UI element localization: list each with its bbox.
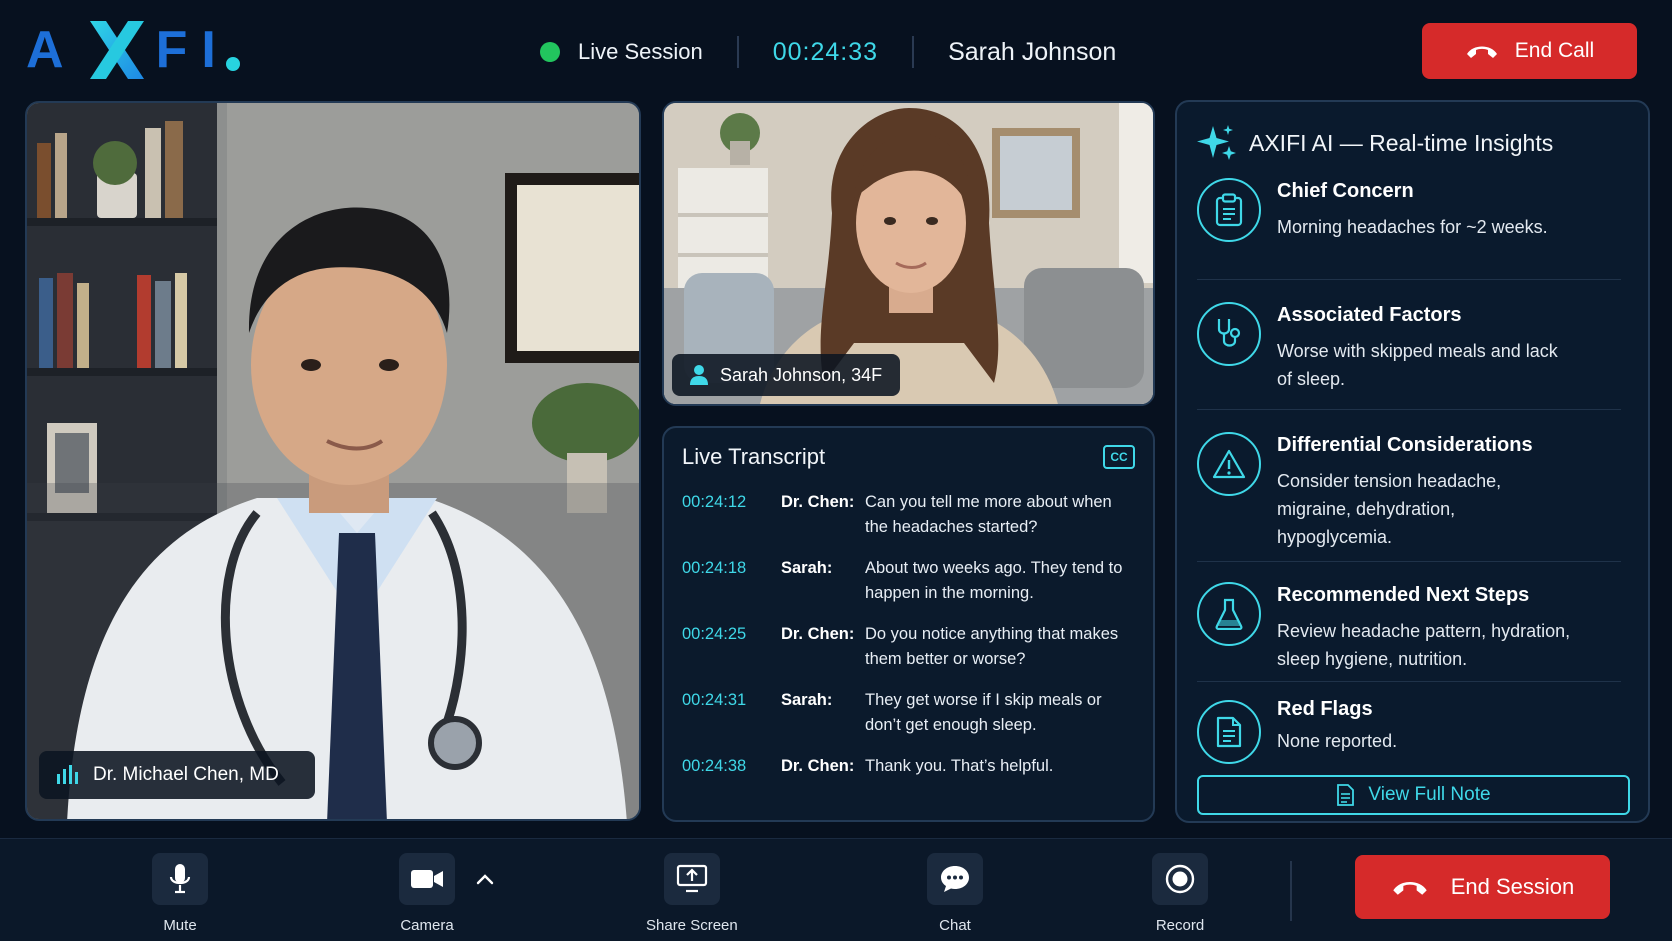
insight-body: None reported.	[1277, 731, 1398, 751]
video-camera-icon	[411, 870, 443, 888]
transcript-time: 00:24:12	[682, 493, 747, 511]
transcript-time: 00:24:31	[682, 691, 747, 709]
phone-hangup-icon	[1393, 882, 1427, 895]
transcript-list: 00:24:12 Dr. Chen: Can you tell me more ab…	[682, 490, 1142, 795]
transcript-entry: 00:24:12 Dr. Chen: Can you tell me more ab…	[682, 490, 1142, 540]
transcript-entry: 00:24:38 Dr. Chen: Thank you. That’s helpf…	[682, 754, 1142, 779]
insight-body: Review headache pattern, hydration, slee…	[1277, 621, 1571, 669]
record-label: Record	[1155, 917, 1205, 934]
patient-video-feed[interactable]: Sarah Johnson, 34F	[662, 101, 1155, 406]
transcript-entry: 00:24:18 Sarah: About two weeks ago. They …	[682, 556, 1142, 606]
transcript-entry: 00:24:31 Sarah: They get worse if I skip m…	[682, 688, 1142, 738]
chat-label: Chat	[939, 917, 971, 934]
patient-name-tag: Sarah Johnson, 34F	[672, 354, 901, 396]
doctor-video-feed[interactable]: Dr. Michael Chen, MD	[25, 101, 641, 821]
header-patient-name: Sarah Johnson	[948, 37, 1117, 66]
live-session-label: Live Session	[578, 39, 703, 64]
transcript-text: Thank you. That’s helpful.	[865, 757, 1054, 775]
logo-letter-a: A	[26, 21, 78, 79]
transcript-text: About two weeks ago. They tend to happen…	[865, 559, 1123, 602]
share-screen-button[interactable]: Share Screen	[646, 853, 738, 934]
closed-captions-toggle[interactable]: CC	[1103, 445, 1135, 469]
insight-red-flags: Red Flags None reported.	[1197, 682, 1621, 776]
camera-label: Camera	[400, 917, 454, 934]
doctor-video-image	[27, 103, 639, 819]
insight-body: Worse with skipped meals and lack of sle…	[1277, 341, 1558, 389]
transcript-time: 00:24:25	[682, 625, 747, 643]
transcript-entry: 00:24:25 Dr. Chen: Do you notice anything …	[682, 622, 1142, 672]
insight-heading: Red Flags	[1277, 698, 1373, 720]
note-icon	[1337, 784, 1355, 806]
record-icon	[1165, 864, 1195, 894]
share-screen-label: Share Screen	[646, 917, 738, 934]
ai-insights-panel: AXIFI AI — Real-time Insights Chief Conc…	[1175, 100, 1650, 823]
stethoscope-icon	[1217, 319, 1241, 347]
view-full-note-label: View Full Note	[1368, 784, 1491, 805]
microphone-icon	[169, 864, 191, 894]
logo-dot	[225, 57, 240, 71]
person-icon	[690, 365, 708, 385]
chat-bubble-icon	[941, 866, 969, 892]
insight-heading: Recommended Next Steps	[1277, 584, 1530, 606]
insight-chief-concern: Chief Concern Morning headaches for ~2 w…	[1197, 174, 1621, 280]
view-full-note-button[interactable]: View Full Note	[1197, 775, 1630, 815]
live-indicator-dot	[540, 42, 560, 62]
insight-heading: Chief Concern	[1277, 180, 1414, 202]
phone-hangup-icon	[1466, 46, 1497, 58]
insights-list: Chief Concern Morning headaches for ~2 w…	[1197, 174, 1621, 776]
share-screen-icon	[676, 864, 707, 893]
end-session-button[interactable]: End Session	[1355, 855, 1610, 919]
live-transcript-panel: Live Transcript CC 00:24:12 Dr. Chen: Can …	[662, 426, 1155, 822]
transcript-text: Can you tell me more about when the head…	[865, 493, 1112, 536]
chat-button[interactable]: Chat	[927, 853, 983, 934]
document-icon	[1216, 716, 1242, 748]
chevron-up-icon[interactable]	[474, 869, 496, 891]
insight-recommended-next-steps: Recommended Next Steps Review headache p…	[1197, 562, 1621, 682]
divider	[912, 36, 915, 68]
insight-heading: Associated Factors	[1277, 304, 1462, 326]
record-button[interactable]: Record	[1152, 853, 1208, 934]
end-session-label: End Session	[1450, 874, 1575, 899]
transcript-speaker: Dr. Chen:	[781, 625, 855, 643]
call-controls-toolbar: Mute Camera Share Screen Chat Record End…	[0, 838, 1672, 941]
insight-body: Morning headaches for ~2 weeks.	[1277, 217, 1548, 237]
audio-level-icon	[57, 765, 78, 784]
patient-name: Sarah Johnson, 34F	[720, 364, 883, 385]
warning-icon	[1212, 449, 1246, 479]
transcript-title: Live Transcript	[682, 444, 826, 469]
transcript-time: 00:24:18	[682, 559, 747, 577]
insight-differential-considerations: Differential Considerations Consider ten…	[1197, 410, 1621, 562]
insights-header: AXIFI AI — Real-time Insights	[1197, 124, 1553, 162]
flask-icon	[1215, 598, 1243, 630]
axifi-logo: A FI	[26, 14, 240, 86]
transcript-speaker: Dr. Chen:	[781, 493, 855, 511]
divider	[736, 36, 739, 68]
transcript-speaker: Sarah:	[781, 691, 833, 709]
session-timer: 00:24:33	[772, 37, 879, 66]
camera-button[interactable]: Camera	[399, 853, 455, 934]
logo-letters-fi: FI	[155, 21, 230, 79]
end-call-label: End Call	[1514, 39, 1595, 62]
transcript-text: Do you notice anything that makes them b…	[865, 625, 1119, 668]
insight-body: Consider tension headache, migraine, deh…	[1277, 471, 1502, 547]
doctor-name-tag: Dr. Michael Chen, MD	[39, 751, 315, 799]
mute-button[interactable]: Mute	[152, 853, 208, 934]
insight-associated-factors: Associated Factors Worse with skipped me…	[1197, 280, 1621, 410]
session-status-bar: Live Session 00:24:33 Sarah Johnson	[540, 32, 1116, 72]
doctor-name: Dr. Michael Chen, MD	[93, 764, 279, 785]
transcript-time: 00:24:38	[682, 757, 747, 775]
end-call-button[interactable]: End Call	[1422, 23, 1637, 79]
logo-x-mark	[89, 21, 144, 79]
clipboard-icon	[1215, 193, 1243, 227]
top-bar: A FI Live Session 00:24:33 Sarah Johnson…	[0, 0, 1672, 96]
transcript-speaker: Sarah:	[781, 559, 833, 577]
sparkle-icon	[1197, 125, 1236, 160]
insight-heading: Differential Considerations	[1277, 434, 1533, 456]
toolbar-divider	[1290, 861, 1292, 921]
mute-label: Mute	[163, 917, 197, 934]
insights-title: AXIFI AI — Real-time Insights	[1249, 129, 1554, 156]
transcript-speaker: Dr. Chen:	[781, 757, 855, 775]
transcript-text: They get worse if I skip meals or don’t …	[865, 691, 1102, 734]
